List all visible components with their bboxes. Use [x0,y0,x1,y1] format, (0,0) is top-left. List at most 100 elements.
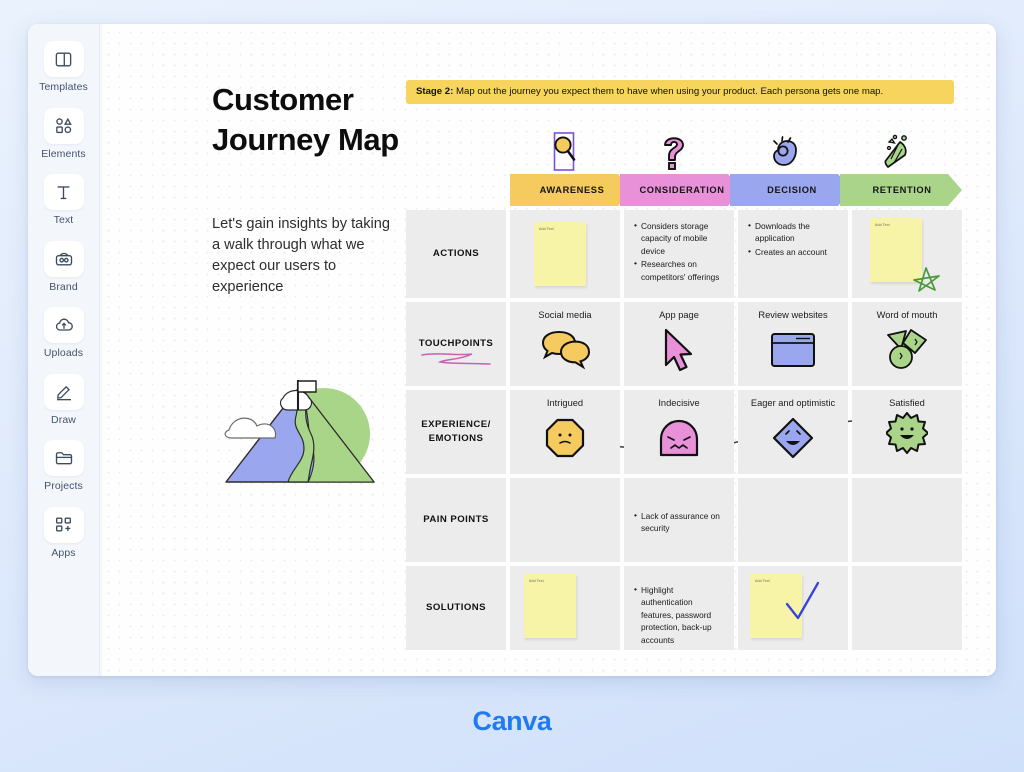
cell-touchpoints-decision[interactable]: Review websites [738,302,848,386]
table-row: TOUCHPOINTS Social media App page Review… [406,302,962,386]
sidebar-item-label: Uploads [43,347,84,360]
design-canvas[interactable]: Customer Journey Map Let's gain insights… [100,24,996,676]
apps-icon [43,506,84,543]
stage-chevron: DECISION [730,174,852,206]
table-row: PAIN POINTS Lack of assurance on securit… [406,478,962,562]
cell-emotions-decision[interactable]: Eager and optimistic [738,390,848,474]
cell-pain-awareness[interactable] [510,478,620,562]
sidebar-item-projects[interactable]: Projects [30,433,98,498]
sidebar-item-brand[interactable]: Brand [30,234,98,299]
sidebar-item-uploads[interactable]: Uploads [30,300,98,365]
sidebar-item-templates[interactable]: Templates [30,34,98,99]
cell-touchpoints-retention[interactable]: Word of mouth [852,302,962,386]
bullet-list: Downloads the application Creates an acc… [747,219,839,258]
canva-editor-window: Templates Elements Text Brand Uploads Dr… [28,24,996,676]
cell-actions-retention[interactable]: Add Text [852,210,962,298]
row-label-cell: SOLUTIONS [406,566,506,650]
sticky-note[interactable]: Add Text [534,222,586,286]
cell-actions-awareness[interactable]: Add Text [510,210,620,298]
octagon-smiley-icon [519,410,611,466]
stage-label: DECISION [767,185,817,195]
stage-label: CONSIDERATION [639,185,725,195]
magnifying-glass-icon [542,130,586,172]
cell-solutions-awareness[interactable]: Add Text [510,566,620,650]
table-row: ACTIONS Add Text Considers storage capac… [406,210,962,298]
cell-solutions-consideration[interactable]: Highlight authentication features, passw… [624,566,734,650]
row-label-cell: TOUCHPOINTS [406,302,506,386]
sticky-note-text: Add Text [529,579,544,583]
row-label: PAIN POINTS [423,513,489,525]
cell-solutions-decision[interactable]: Add Text [738,566,848,650]
bullet-item: Lack of assurance on security [634,509,725,535]
sidebar-item-draw[interactable]: Draw [30,367,98,432]
stage-banner: Stage 2: Map out the journey you expect … [406,80,954,105]
design-subtitle: Let's gain insights by taking a walk thr… [212,216,391,296]
cell-actions-decision[interactable]: Downloads the application Creates an acc… [738,210,848,298]
left-sidebar: Templates Elements Text Brand Uploads Dr… [28,24,100,676]
stage-decision[interactable]: DECISION [730,136,840,206]
cell-emotions-retention[interactable]: Satisfied [852,390,962,474]
cell-emotions-consideration[interactable]: Indecisive [624,390,734,474]
sidebar-item-apps[interactable]: Apps [30,500,98,565]
projects-icon [43,440,84,477]
mountain-with-flag-illustration [224,380,376,483]
bullet-item: Highlight authentication features, passw… [634,583,725,646]
cell-caption: Word of mouth [876,310,938,320]
journey-map-matrix: AWARENESS CONSIDERATION DECISION RETENTI… [406,128,962,650]
brand-icon [43,240,84,277]
cell-caption: Social media [538,310,592,320]
dome-confused-icon [633,410,725,466]
bullet-list: Considers storage capacity of mobile dev… [633,219,725,283]
cell-caption: App page [659,310,699,320]
stage-banner-text: Map out the journey you expect them to h… [453,86,884,97]
bullet-item: Considers storage capacity of mobile dev… [634,219,725,257]
bullet-item: Downloads the application [748,219,839,245]
cell-pain-consideration[interactable]: Lack of assurance on security [624,478,734,562]
sidebar-item-text[interactable]: Text [30,167,98,232]
sticky-note[interactable]: Add Text [524,574,576,638]
stage-header-row: AWARENESS CONSIDERATION DECISION RETENTI… [406,128,960,206]
stage-chevron: CONSIDERATION [620,174,742,206]
cell-pain-decision[interactable] [738,478,848,562]
row-label-cell: PAIN POINTS [406,478,506,562]
sticky-note-text: Add Text [875,223,890,227]
draw-icon [43,373,84,410]
sidebar-item-label: Text [53,214,74,227]
row-label: ACTIONS [432,247,480,259]
cell-actions-consideration[interactable]: Considers storage capacity of mobile dev… [624,210,734,298]
bullet-item: Researches on competitors' offerings [634,257,725,283]
sidebar-item-label: Brand [49,280,78,293]
sidebar-item-label: Projects [44,480,83,493]
pink-squiggle-doodle [421,353,491,365]
question-mark-icon [652,130,696,172]
canva-wordmark: Canva [472,706,552,736]
shapes-cluster-icon [861,322,953,378]
cell-caption: Eager and optimistic [750,398,836,408]
cell-emotions-awareness[interactable]: Intrigued [510,390,620,474]
blue-checkmark-doodle [785,581,820,620]
stage-chevron: RETENTION [840,174,962,206]
cell-touchpoints-consideration[interactable]: App page [624,302,734,386]
sidebar-item-elements[interactable]: Elements [30,101,98,166]
stage-chevron: AWARENESS [510,174,632,206]
ok-hand-icon [762,130,806,172]
stage-retention[interactable]: RETENTION [840,134,950,206]
stage-consideration[interactable]: CONSIDERATION [620,137,730,206]
stage-banner-prefix: Stage 2: [416,86,454,97]
stage-label: RETENTION [872,185,932,195]
uploads-icon [43,307,84,344]
stage-label: AWARENESS [539,185,605,195]
cell-caption: Intrigued [546,398,584,408]
cell-pain-retention[interactable] [852,478,962,562]
cell-caption: Satisfied [889,398,925,408]
cursor-arrow-icon [633,322,725,378]
speech-bubbles-icon [519,322,611,378]
bullet-list: Lack of assurance on security [633,509,725,535]
table-row: SOLUTIONS Add Text Highlight authenticat… [406,566,962,650]
sidebar-item-label: Apps [51,546,76,559]
cell-touchpoints-awareness[interactable]: Social media [510,302,620,386]
cell-solutions-retention[interactable] [852,566,962,650]
stage-awareness[interactable]: AWARENESS [510,132,620,206]
templates-icon [43,41,84,77]
cell-caption: Indecisive [658,398,700,408]
